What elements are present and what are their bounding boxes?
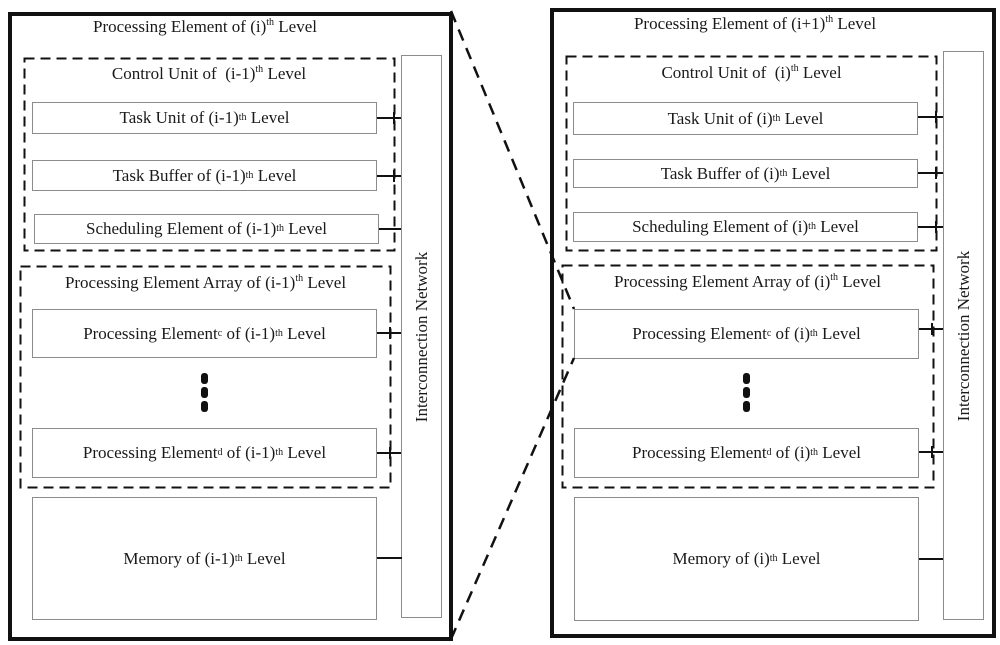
scheduling-element-box: Scheduling Element of (i) th Level [573, 212, 918, 242]
scheduling-text: Scheduling Element of (i) [632, 217, 809, 236]
task-unit-suffix: Level [246, 108, 290, 127]
task-buffer-text: Task Buffer of (i-1) [112, 165, 246, 185]
memory-suffix: Level [242, 548, 286, 568]
memory-box: Memory of (i) th Level [574, 497, 919, 621]
pe-level-i-plus-1-title: Processing Element of (i+1)th Level [570, 14, 940, 34]
interconnection-network: Interconnection Network [401, 55, 442, 618]
connector-tick [935, 111, 937, 123]
task-unit-text: Task Unit of (i-1) [119, 108, 239, 127]
processing-element-d-box: Processing Element d of (i-1) th Level [32, 428, 377, 478]
memory-text: Memory of (i-1) [123, 548, 235, 568]
pe-c-text: Processing Element [632, 324, 767, 343]
connector-tick [935, 167, 937, 179]
pe-array-title: Processing Element Array of (i)th Level [562, 272, 933, 292]
pe-array-suffix: Level [303, 273, 347, 292]
pe-c-mid: of (i) [771, 324, 810, 343]
scheduling-text: Scheduling Element of (i-1) [86, 219, 277, 238]
connector [919, 558, 943, 560]
memory-box: Memory of (i-1) th Level [32, 497, 377, 620]
pe-d-suffix: Level [818, 443, 861, 462]
scheduling-suffix: Level [284, 219, 327, 238]
control-unit-text: Control Unit of (i) [661, 63, 791, 82]
pe-c-suffix: Level [282, 323, 326, 343]
pe-d-text: Processing Element [631, 443, 767, 462]
interconnection-network-label: Interconnection Network [411, 251, 431, 422]
connector-tick [931, 323, 933, 335]
connector [377, 557, 402, 559]
title-sup: th [825, 14, 834, 25]
control-unit-title: Control Unit of (i-1)th Level [24, 64, 394, 84]
task-unit-text: Task Unit of (i) [667, 108, 773, 128]
processing-element-d-box: Processing Element d of (i) th Level [574, 428, 919, 478]
connector-tick [935, 221, 937, 233]
pe-array-text: Processing Element Array of (i-1) [64, 273, 296, 292]
ellipsis-vertical-icon [743, 373, 750, 415]
control-unit-suffix: Level [263, 64, 307, 83]
connector-tick [389, 447, 391, 459]
pe-array-sup: th [830, 272, 839, 283]
control-unit-suffix: Level [798, 63, 842, 82]
scheduling-element-box: Scheduling Element of (i-1) th Level [34, 214, 379, 244]
task-buffer-suffix: Level [253, 165, 297, 185]
connector-tick [393, 112, 395, 124]
interconnection-network-label: Interconnection Network [953, 250, 973, 421]
title-suffix: Level [274, 17, 317, 36]
interconnection-network: Interconnection Network [943, 51, 984, 620]
connector [918, 116, 943, 118]
pe-array-text: Processing Element Array of (i) [614, 272, 831, 291]
scheduling-suffix: Level [815, 217, 859, 236]
connector-tick [393, 170, 395, 182]
pe-d-mid: of (i) [771, 443, 811, 462]
pe-c-mid: of (i-1) [222, 323, 276, 343]
task-buffer-box: Task Buffer of (i) th Level [573, 159, 918, 188]
control-unit-title: Control Unit of (i)th Level [566, 63, 937, 83]
connector-tick [389, 327, 391, 339]
processing-element-c-box: Processing Element c of (i) th Level [574, 309, 919, 359]
pe-array-suffix: Level [838, 272, 881, 291]
task-buffer-suffix: Level [787, 163, 831, 183]
memory-suffix: Level [777, 549, 821, 568]
connector [379, 228, 401, 230]
task-unit-box: Task Unit of (i-1) th Level [32, 102, 377, 134]
pe-d-suffix: Level [283, 443, 327, 462]
pe-d-text: Processing Element [82, 443, 218, 462]
title-text: Processing Element of (i+1) [633, 14, 826, 33]
pe-level-i-title: Processing Element of (i)th Level [30, 17, 380, 37]
connector [918, 172, 943, 174]
pe-array-sup: th [295, 273, 304, 284]
title-suffix: Level [833, 14, 877, 33]
connector-tick [931, 446, 933, 458]
memory-text: Memory of (i) [672, 549, 770, 568]
title-text: Processing Element of (i) [93, 17, 267, 36]
connector [377, 117, 401, 119]
task-buffer-text: Task Buffer of (i) [660, 163, 780, 183]
title-sup: th [266, 17, 275, 28]
control-unit-sup: th [790, 63, 799, 74]
pe-array-title: Processing Element Array of (i-1)th Leve… [20, 273, 391, 293]
task-buffer-box: Task Buffer of (i-1) th Level [32, 160, 377, 191]
control-unit-text: Control Unit of (i-1) [111, 64, 256, 83]
connector [918, 226, 943, 228]
processing-element-c-box: Processing Element c of (i-1) th Level [32, 309, 377, 358]
task-unit-suffix: Level [780, 108, 824, 128]
pe-d-mid: of (i-1) [222, 443, 276, 462]
ellipsis-vertical-icon [201, 373, 208, 415]
task-unit-box: Task Unit of (i) th Level [573, 102, 918, 135]
pe-c-text: Processing Element [83, 323, 218, 343]
connector [377, 175, 401, 177]
pe-c-suffix: Level [817, 324, 861, 343]
